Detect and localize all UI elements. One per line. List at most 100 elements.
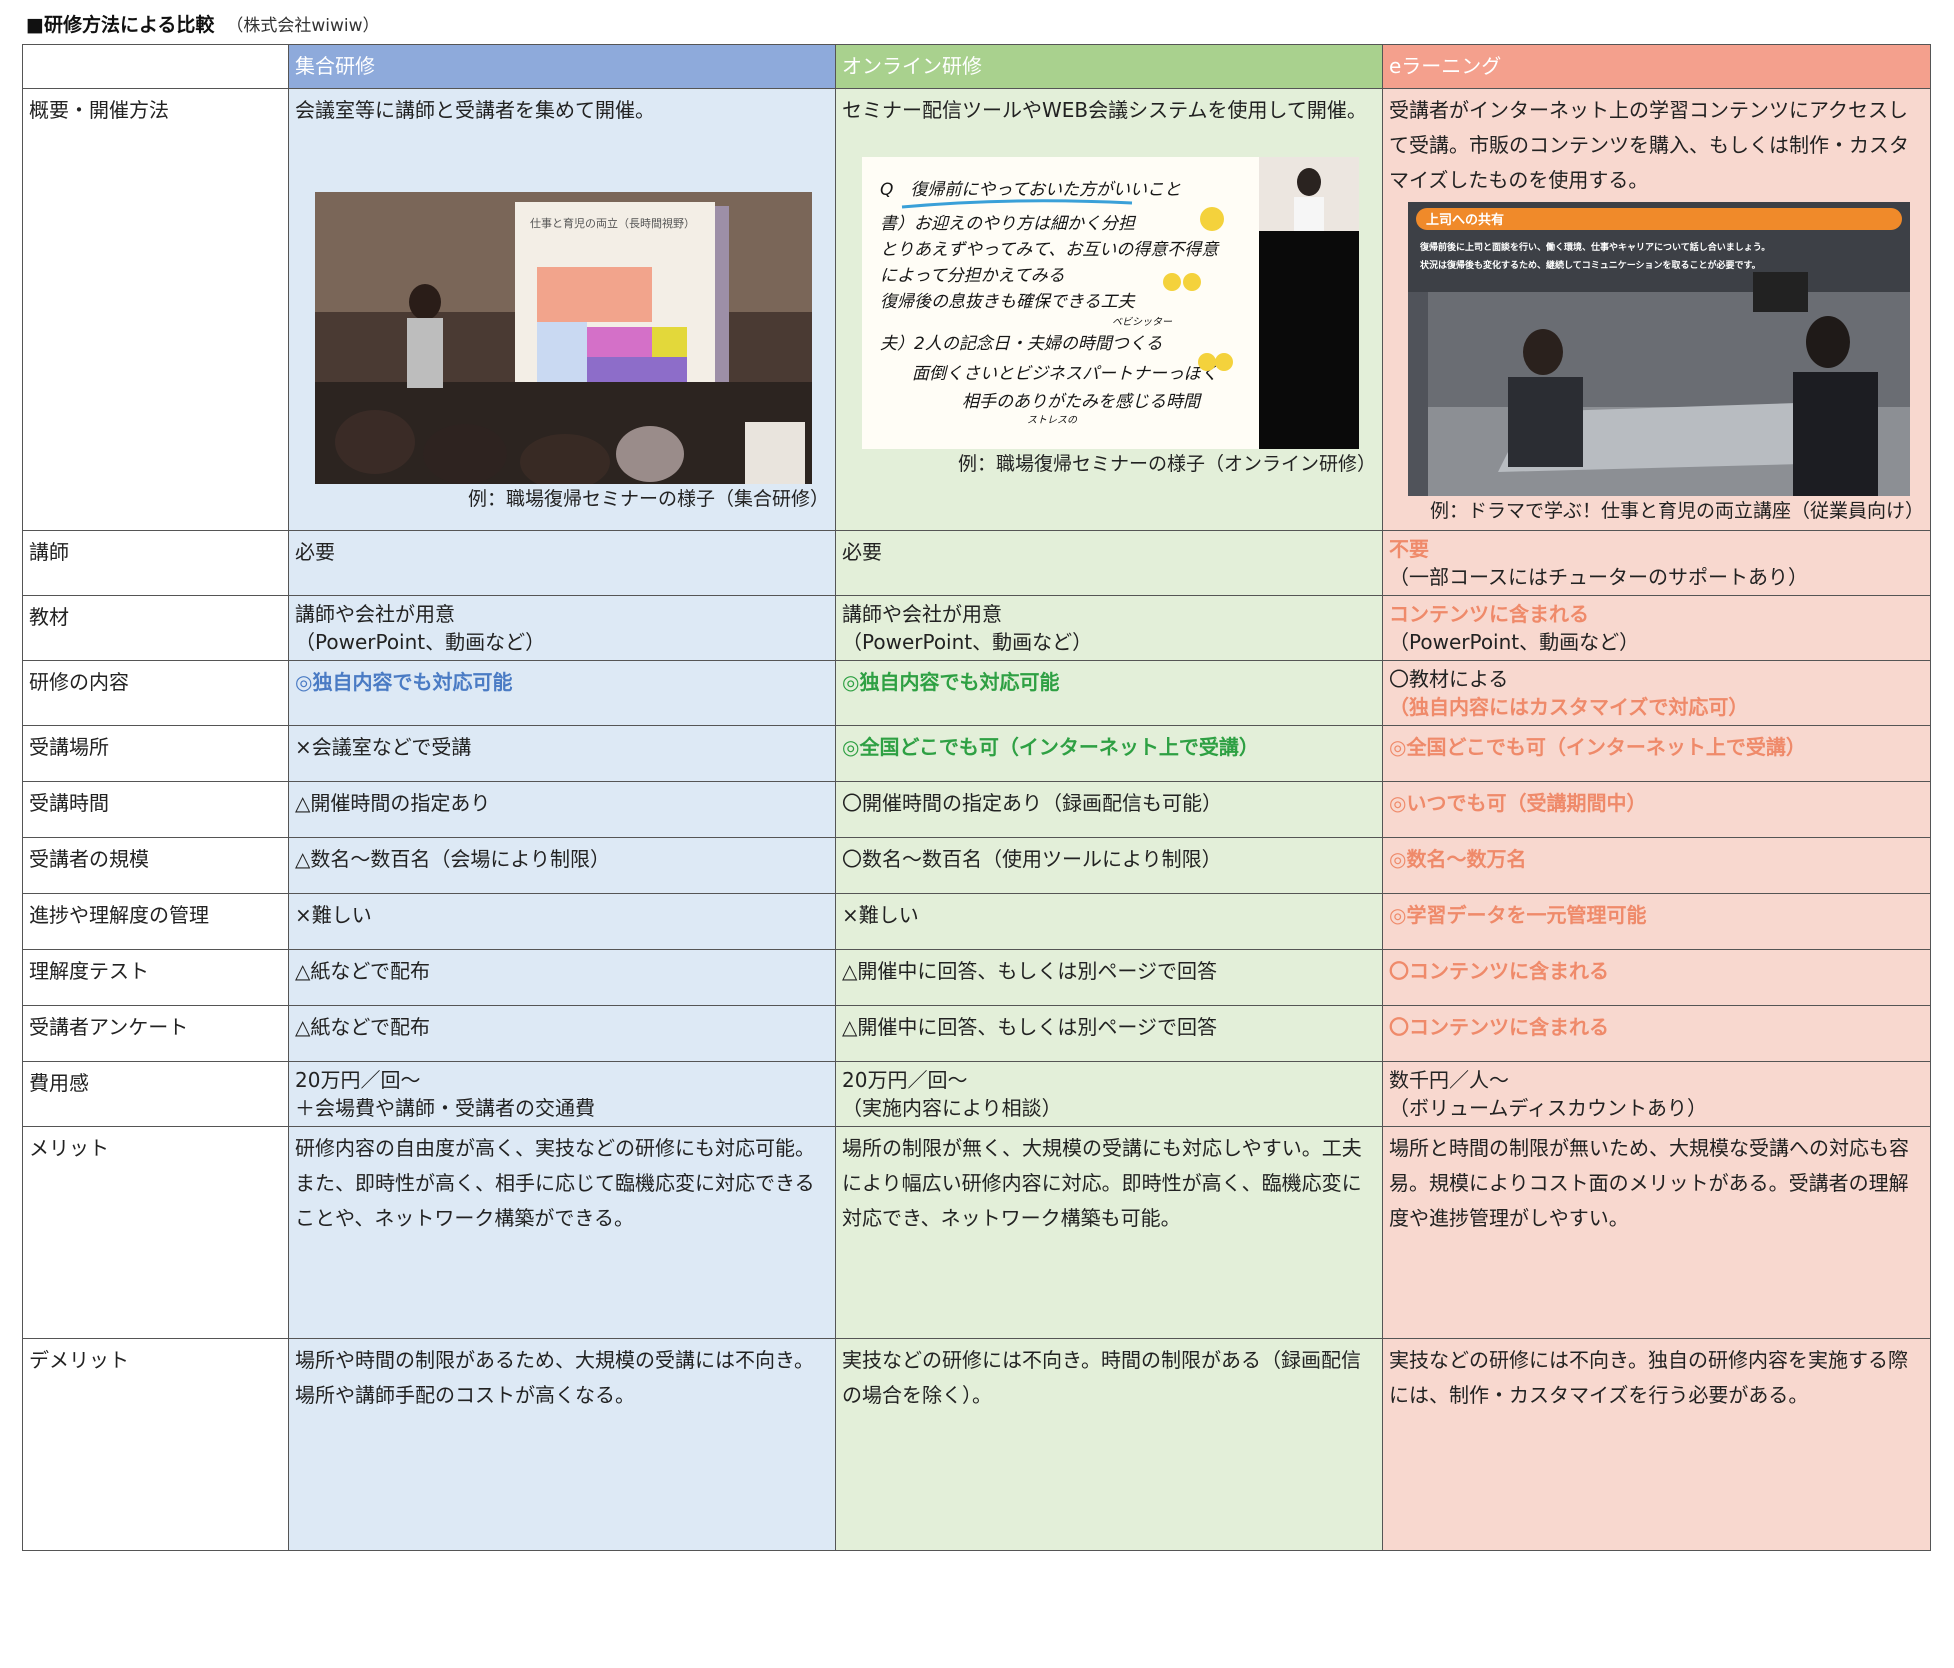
cost-elearning-main: 数千円／人～ [1389,1068,1509,1092]
demerit-online: 実技などの研修には不向き。時間の制限がある（録画配信の場合を除く）。 [835,1338,1383,1551]
seminar-room-photo: 仕事と育児の両立（長時間視野） [315,192,812,484]
row-label: 費用感 [22,1061,289,1127]
time-group: △開催時間の指定あり [288,781,836,838]
location-online: ◎全国どこでも可（インターネット上で受講） [835,725,1383,782]
demerit-elearning: 実技などの研修には不向き。独自の研修内容を実施する際には、制作・カスタマイズを行… [1382,1338,1931,1551]
row-merit: メリット 研修内容の自由度が高く、実技などの研修にも対応可能。また、即時性が高く… [22,1126,1931,1339]
header-online-training: オンライン研修 [835,44,1383,89]
row-label: 講師 [22,530,289,596]
note-line-8: 面倒くさいとビジネスパートナーっぽく [912,364,1218,384]
cost-online-main: 20万円／回～ [842,1068,968,1092]
time-elearning: ◎いつでも可（受講期間中） [1382,781,1931,838]
time-online: 〇開催時間の指定あり（録画配信も可能） [835,781,1383,838]
note-line-9: 相手のありがたみを感じる時間 [962,392,1202,412]
progress-elearning-text: ◎学習データを一元管理可能 [1389,903,1647,927]
progress-elearning: ◎学習データを一元管理可能 [1382,893,1931,950]
materials-online: 講師や会社が用意 （PowerPoint、動画など） [835,595,1383,661]
content-elearning: 〇教材による （独自内容にはカスタマイズで対応可） [1382,660,1931,726]
scale-group: △数名～数百名（会場により制限） [288,837,836,894]
test-elearning-text: 〇コンテンツに含まれる [1389,959,1609,983]
progress-group: ×難しい [288,893,836,950]
row-label: 受講者の規模 [22,837,289,894]
content-online: ◎独自内容でも対応可能 [835,660,1383,726]
content-elearning-note: （独自内容にはカスタマイズで対応可） [1389,695,1749,719]
instructor-group: 必要 [288,530,836,596]
overview-elearning-cell: 受講者がインターネット上の学習コンテンツにアクセスして受講。市販のコンテンツを購… [1382,88,1931,531]
row-time: 受講時間 △開催時間の指定あり 〇開催時間の指定あり（録画配信も可能） ◎いつで… [22,781,1931,838]
header-blank-cell [22,44,289,89]
banner-line-1: 復帰前後に上司と面談を行い、働く環境、仕事やキャリアについて話し合いましょう。 [1419,241,1770,253]
cost-online: 20万円／回～ （実施内容により相談） [835,1061,1383,1127]
materials-online-note: （PowerPoint、動画など） [842,630,1093,654]
instructor-online: 必要 [835,530,1383,596]
merit-elearning: 場所と時間の制限が無いため、大規模な受講への対応も容易。規模によりコスト面のメリ… [1382,1126,1931,1339]
row-location: 受講場所 ×会議室などで受講 ◎全国どこでも可（インターネット上で受講） ◎全国… [22,725,1931,782]
header-elearning: eラーニング [1382,44,1931,89]
row-survey: 受講者アンケート △紙などで配布 △開催中に回答、もしくは別ページで回答 〇コン… [22,1005,1931,1062]
header-row: 集合研修 オンライン研修 eラーニング [22,44,1931,89]
survey-elearning-text: 〇コンテンツに含まれる [1389,1015,1609,1039]
materials-elearning-main: コンテンツに含まれる [1389,602,1589,626]
row-demerit: デメリット 場所や時間の制限があるため、大規模の受講には不向き。場所や講師手配の… [22,1338,1931,1551]
content-group-text: ◎独自内容でも対応可能 [295,670,513,694]
caption-online: 例：職場復帰セミナーの様子（オンライン研修） [957,453,1376,475]
banner-text: 上司への共有 [1426,212,1504,228]
content-online-text: ◎独自内容でも対応可能 [842,670,1060,694]
cost-elearning-note: （ボリュームディスカウントあり） [1389,1096,1707,1120]
cost-online-note: （実施内容により相談） [842,1096,1062,1120]
row-progress: 進捗や理解度の管理 ×難しい ×難しい ◎学習データを一元管理可能 [22,893,1931,950]
row-test: 理解度テスト △紙などで配布 △開催中に回答、もしくは別ページで回答 〇コンテン… [22,949,1931,1006]
progress-online: ×難しい [835,893,1383,950]
scale-online: 〇数名～数百名（使用ツールにより制限） [835,837,1383,894]
caption-group: 例：職場復帰セミナーの様子（集合研修） [467,488,829,510]
merit-group: 研修内容の自由度が高く、実技などの研修にも対応可能。また、即時性が高く、相手に応… [288,1126,836,1339]
note-line-5: 復帰後の息抜きも確保できる工夫 [880,292,1136,312]
overview-text: 受講者がインターネット上の学習コンテンツにアクセスして受講。市販のコンテンツを購… [1389,98,1909,192]
online-seminar-screenshot: Q 復帰前にやっておいた方がいいこと 書）お迎えのやり方は細かく分担 とりあえず… [862,157,1359,449]
row-content: 研修の内容 ◎独自内容でも対応可能 ◎独自内容でも対応可能 〇教材による （独自… [22,660,1931,726]
demerit-group: 場所や時間の制限があるため、大規模の受講には不向き。場所や講師手配のコストが高く… [288,1338,836,1551]
content-group: ◎独自内容でも対応可能 [288,660,836,726]
row-scale: 受講者の規模 △数名～数百名（会場により制限） 〇数名～数百名（使用ツールにより… [22,837,1931,894]
row-label: 進捗や理解度の管理 [22,893,289,950]
content-elearning-main: 〇教材による [1389,667,1509,691]
overview-online-cell: セミナー配信ツールやWEB会議システムを使用して開催。 Q 復帰前にやっておいた… [835,88,1383,531]
test-group: △紙などで配布 [288,949,836,1006]
row-label: 研修の内容 [22,660,289,726]
banner-line-2: 状況は復帰後も変化するため、継続してコミュニケーションを取ることが必要です。 [1420,259,1761,271]
materials-group-note: （PowerPoint、動画など） [295,630,546,654]
cost-group: 20万円／回～ ＋会場費や講師・受講者の交通費 [288,1061,836,1127]
overview-text: 会議室等に講師と受講者を集めて開催。 [295,98,655,122]
row-label: 受講場所 [22,725,289,782]
materials-elearning-note: （PowerPoint、動画など） [1389,630,1640,654]
row-cost: 費用感 20万円／回～ ＋会場費や講師・受講者の交通費 20万円／回～ （実施内… [22,1061,1931,1127]
materials-online-main: 講師や会社が用意 [842,602,1002,626]
survey-online: △開催中に回答、もしくは別ページで回答 [835,1005,1383,1062]
location-elearning: ◎全国どこでも可（インターネット上で受講） [1382,725,1931,782]
company-name: （株式会社wiwiw） [226,16,380,36]
slide-title: 仕事と育児の両立（長時間視野） [530,216,695,230]
time-elearning-text: ◎いつでも可（受講期間中） [1389,791,1647,815]
header-group-training: 集合研修 [288,44,836,89]
note-line-3: とりあえずやってみて、お互いの得意不得意 [880,240,1220,260]
note-line-2: 書）お迎えのやり方は細かく分担 [880,214,1137,234]
merit-online: 場所の制限が無く、大規模の受講にも対応しやすい。工夫により幅広い研修内容に対応。… [835,1126,1383,1339]
cost-elearning: 数千円／人～ （ボリュームディスカウントあり） [1382,1061,1931,1127]
location-group: ×会議室などで受講 [288,725,836,782]
overview-text: セミナー配信ツールやWEB会議システムを使用して開催。 [842,98,1367,122]
test-elearning: 〇コンテンツに含まれる [1382,949,1931,1006]
note-line-4: によって分担かえてみる [880,266,1065,286]
location-elearning-text: ◎全国どこでも可（インターネット上で受講） [1389,735,1806,759]
instructor-elearning: 不要 （一部コースにはチューターのサポートあり） [1382,530,1931,596]
note-line-6: ベビシッター [1112,316,1173,328]
row-label: 概要・開催方法 [22,88,289,531]
row-instructor: 講師 必要 必要 不要 （一部コースにはチューターのサポートあり） [22,530,1931,596]
comparison-table: 集合研修 オンライン研修 eラーニング 概要・開催方法 会議室等に講師と受講者を… [22,44,1931,1551]
caption-elearning: 例：ドラマで学ぶ！仕事と育児の両立講座（従業員向け） [1429,500,1924,522]
row-label: 受講者アンケート [22,1005,289,1062]
survey-group: △紙などで配布 [288,1005,836,1062]
row-label: 教材 [22,595,289,661]
cost-group-main: 20万円／回～ [295,1068,421,1092]
row-label: デメリット [22,1338,289,1551]
location-online-text: ◎全国どこでも可（インターネット上で受講） [842,735,1259,759]
